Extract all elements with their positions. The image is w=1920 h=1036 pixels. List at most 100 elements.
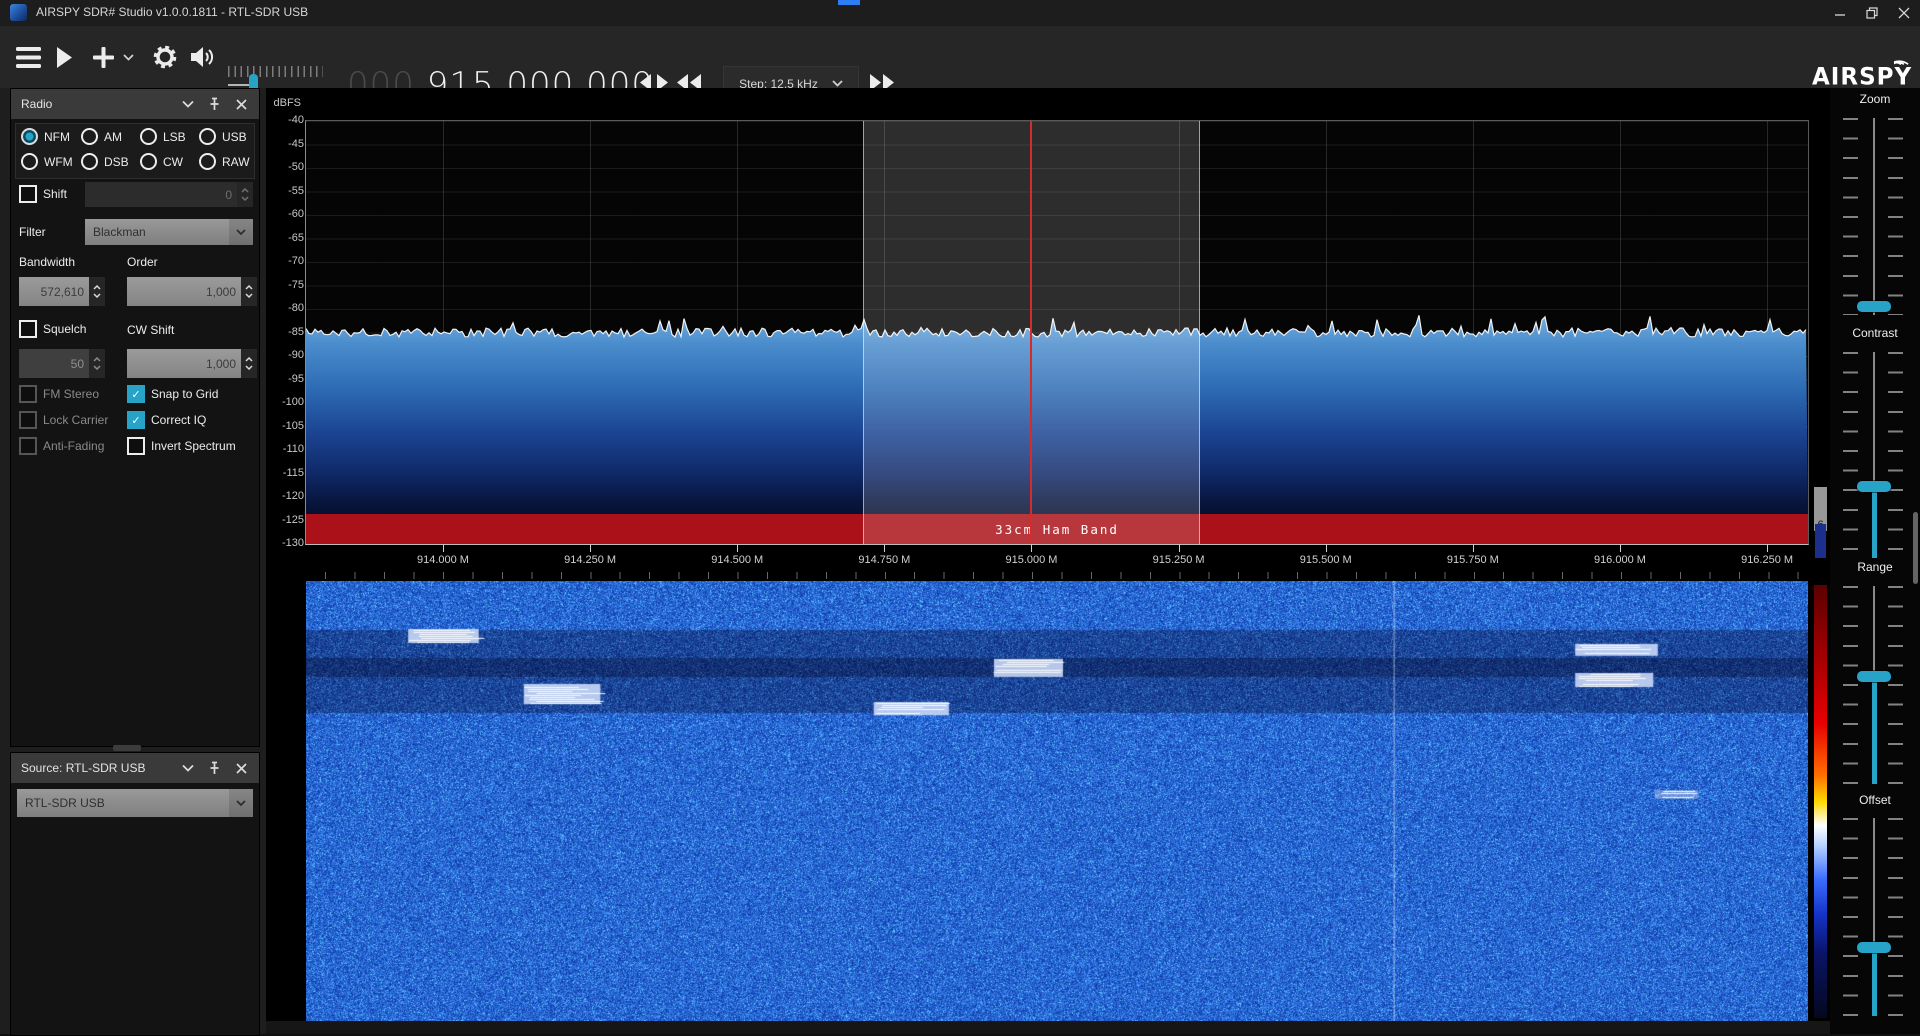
offset-label: Offset xyxy=(1859,793,1891,807)
offset-slider-thumb[interactable] xyxy=(1857,942,1891,954)
radio-panel: Radio NFM AM LSB USB WFM DSB CW RAW Shift 0 Fil… xyxy=(10,88,260,747)
mode-radio-am[interactable]: AM xyxy=(81,128,122,145)
tuning-line[interactable] xyxy=(1030,121,1033,544)
offset-ticks xyxy=(1888,818,1903,1016)
x-tick xyxy=(737,544,739,552)
cw-shift-field[interactable]: 1,000 xyxy=(127,349,241,378)
option-snap-to-grid[interactable]: ✓ Snap to Grid xyxy=(127,385,218,403)
window-scrollbar[interactable] xyxy=(1913,512,1918,584)
waterfall-color-legend xyxy=(1814,585,1827,1018)
mode-label: USB xyxy=(222,129,247,144)
source-select[interactable]: RTL-SDR USB xyxy=(17,789,253,817)
spinner-up-icon xyxy=(241,188,249,193)
mode-label: CW xyxy=(163,154,183,169)
shift-field[interactable]: 0 xyxy=(85,182,237,207)
x-tick-label: 915.000 M xyxy=(1005,554,1058,566)
y-axis-label: -40 xyxy=(288,114,304,126)
checkbox-icon[interactable] xyxy=(127,437,145,455)
checkbox-icon xyxy=(19,411,37,429)
dbfs-unit-label: dBFS xyxy=(273,97,301,109)
mode-radio-dsb[interactable]: DSB xyxy=(81,153,129,170)
range-ticks xyxy=(1888,586,1903,784)
zoom-ticks xyxy=(1843,118,1858,315)
squelch-option[interactable]: Squelch xyxy=(19,320,86,338)
shift-checkbox[interactable] xyxy=(19,185,37,203)
squelch-checkbox[interactable] xyxy=(19,320,37,338)
y-axis-labels: -40 -45 -50 -55 -60 -65 -70 -75 -80 -85 -90 -95 -100… xyxy=(260,114,304,549)
cw-shift-spinner[interactable] xyxy=(241,349,257,378)
hamburger-icon xyxy=(15,46,41,68)
bottom-strip xyxy=(266,1021,1830,1034)
y-axis-label: -60 xyxy=(288,208,304,220)
spectrum-plot[interactable]: 33cm Ham Band xyxy=(305,120,1809,545)
x-tick-label: 915.500 M xyxy=(1299,554,1352,566)
squelch-spinner[interactable] xyxy=(89,349,105,378)
y-axis-label: -100 xyxy=(281,396,304,408)
option-label: Snap to Grid xyxy=(151,387,219,401)
contrast-slider-thumb[interactable] xyxy=(1857,481,1891,493)
mode-radio-cw[interactable]: CW xyxy=(140,153,183,170)
mode-radio-raw[interactable]: RAW xyxy=(199,153,250,170)
checkbox-icon[interactable]: ✓ xyxy=(127,385,145,403)
order-field[interactable]: 1,000 xyxy=(127,277,241,306)
checkbox-icon[interactable]: ✓ xyxy=(127,411,145,429)
bandwidth-spinner[interactable] xyxy=(89,277,105,306)
range-slider-thumb[interactable] xyxy=(1857,670,1891,682)
y-axis-label: -55 xyxy=(288,184,304,197)
x-tick-label: 916.250 M xyxy=(1741,554,1794,566)
radio-icon xyxy=(199,128,216,145)
y-axis-label: -75 xyxy=(288,278,304,291)
main-display: dBFS -40 -45 -50 -55 -60 -65 -70 -75 -80 -85 -90 -9… xyxy=(266,88,1830,1034)
x-tick xyxy=(1619,544,1621,552)
waterfall[interactable] xyxy=(306,581,1808,1021)
zoom-slider[interactable] xyxy=(1873,118,1875,315)
close-icon xyxy=(1898,7,1910,19)
titlebar-accent-notch xyxy=(838,0,860,5)
shift-spinner[interactable] xyxy=(237,182,253,207)
minimize-button[interactable] xyxy=(1824,0,1856,26)
option-invert-spectrum[interactable]: Invert Spectrum xyxy=(127,437,236,455)
close-button[interactable] xyxy=(1888,0,1920,26)
pin-icon[interactable] xyxy=(207,761,222,776)
y-axis-label: -45 xyxy=(288,137,304,150)
panel-splitter-grip[interactable] xyxy=(113,745,141,751)
x-tick xyxy=(1178,544,1180,552)
audio-button[interactable] xyxy=(188,41,216,73)
close-icon[interactable] xyxy=(234,761,249,776)
contrast-ticks xyxy=(1843,352,1858,558)
option-label: Invert Spectrum xyxy=(151,439,236,453)
volume-ruler-ticks xyxy=(228,66,323,77)
mode-radio-lsb[interactable]: LSB xyxy=(140,128,186,145)
bandwidth-field[interactable]: 572,610 xyxy=(19,277,89,306)
add-panel-button[interactable] xyxy=(90,42,116,72)
option-label: Anti-Fading xyxy=(43,439,105,453)
option-correct-iq[interactable]: ✓ Correct IQ xyxy=(127,411,206,429)
checkbox-icon xyxy=(19,437,37,455)
start-button[interactable] xyxy=(53,42,75,72)
source-panel: Source: RTL-SDR USB RTL-SDR USB xyxy=(10,752,260,1036)
squelch-field[interactable]: 50 xyxy=(19,349,89,378)
x-tick xyxy=(1767,544,1769,552)
add-panel-dropdown[interactable] xyxy=(120,50,136,64)
y-axis-label: -115 xyxy=(282,466,304,479)
filter-select[interactable]: Blackman xyxy=(85,219,253,245)
squelch-label: Squelch xyxy=(43,322,87,336)
menu-button[interactable] xyxy=(14,40,42,74)
x-tick-label: 914.750 M xyxy=(858,554,911,566)
bandwidth-label: Bandwidth xyxy=(19,255,76,269)
x-tick xyxy=(1031,544,1033,552)
mode-radio-wfm[interactable]: WFM xyxy=(21,153,73,170)
zoom-slider-thumb[interactable] xyxy=(1857,300,1891,312)
mode-radio-nfm[interactable]: NFM xyxy=(21,128,70,145)
shift-option[interactable]: Shift xyxy=(19,185,67,203)
spinner-down-icon xyxy=(241,196,249,201)
mode-radio-usb[interactable]: USB xyxy=(199,128,247,145)
spinner-up-icon xyxy=(93,357,101,362)
x-tick-label: 914.000 M xyxy=(416,554,469,566)
maximize-button[interactable] xyxy=(1856,0,1888,26)
order-spinner[interactable] xyxy=(241,277,257,306)
settings-button[interactable] xyxy=(150,41,180,73)
mode-label: RAW xyxy=(222,154,250,169)
collapse-chevron-icon[interactable] xyxy=(180,761,195,776)
offset-slider-fill xyxy=(1871,947,1877,1016)
